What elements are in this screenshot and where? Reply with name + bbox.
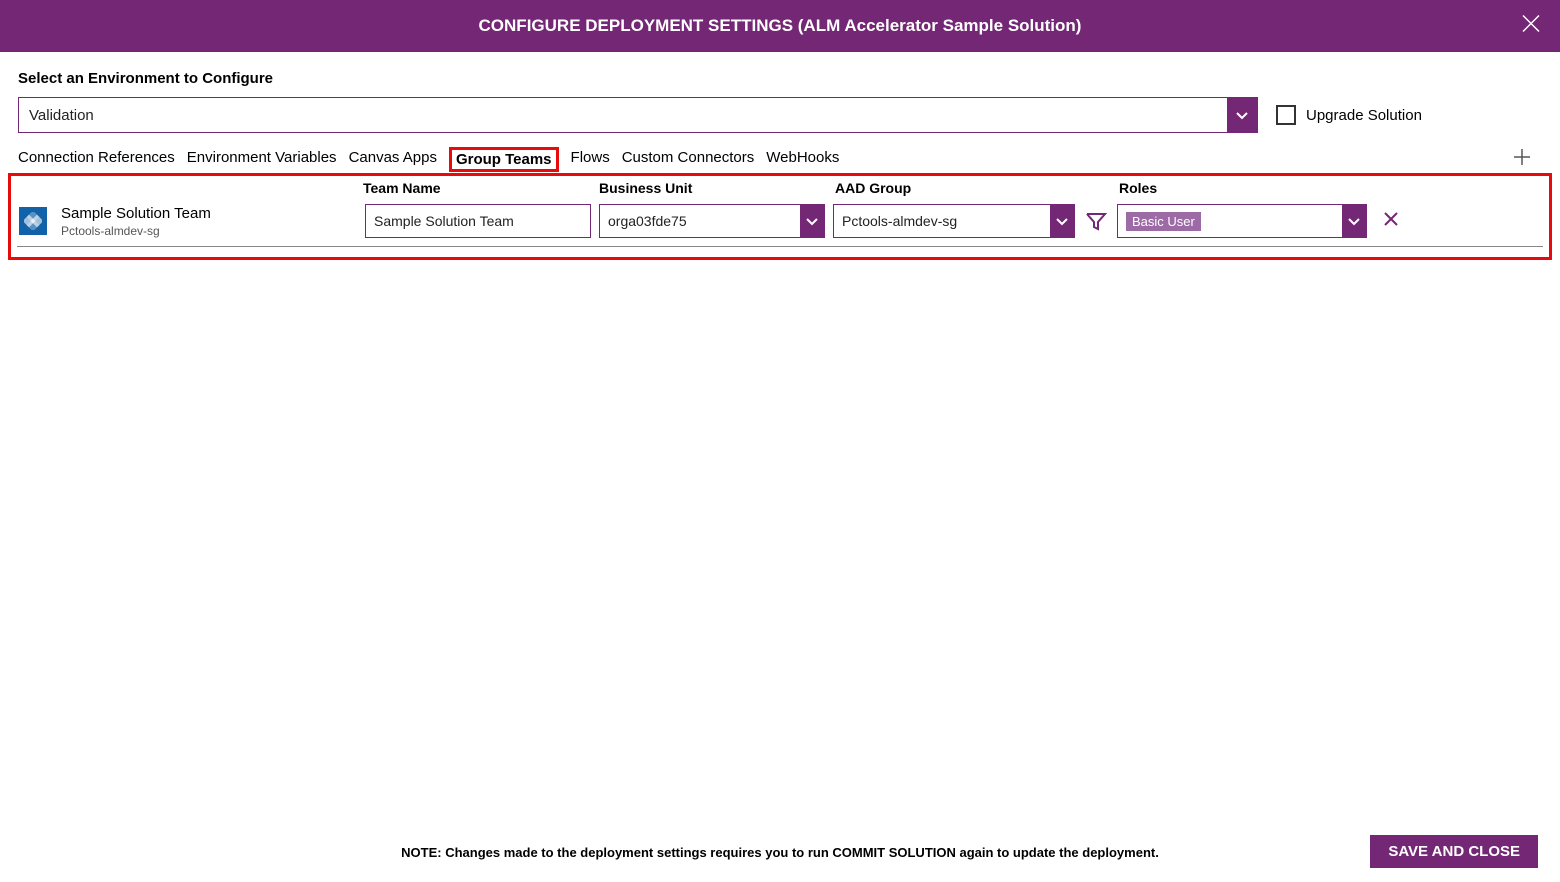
aad-group-select[interactable]: Pctools-almdev-sg [833, 204, 1075, 238]
tab-webhooks[interactable]: WebHooks [766, 147, 839, 172]
environment-select-value: Validation [29, 107, 94, 124]
business-unit-select[interactable]: orga03fde75 [599, 204, 825, 238]
footer: NOTE: Changes made to the deployment set… [0, 845, 1560, 860]
upgrade-solution-checkbox[interactable]: Upgrade Solution [1276, 105, 1422, 125]
close-icon[interactable] [1520, 13, 1542, 40]
team-name-value: Sample Solution Team [374, 213, 514, 229]
chevron-down-icon [800, 205, 824, 237]
business-unit-value: orga03fde75 [608, 213, 687, 229]
chevron-down-icon [1050, 205, 1074, 237]
tab-connection-references[interactable]: Connection References [18, 147, 175, 172]
aad-group-value: Pctools-almdev-sg [842, 213, 957, 229]
tab-environment-variables[interactable]: Environment Variables [187, 147, 337, 172]
row-info: Sample Solution Team Pctools-almdev-sg [61, 205, 357, 238]
add-row-button[interactable] [1512, 147, 1532, 172]
table-row: Sample Solution Team Pctools-almdev-sg S… [17, 200, 1543, 247]
dialog-title: CONFIGURE DEPLOYMENT SETTINGS (ALM Accel… [479, 16, 1082, 36]
footer-note: NOTE: Changes made to the deployment set… [401, 845, 1159, 860]
row-display-sub: Pctools-almdev-sg [61, 224, 357, 238]
row-display-name: Sample Solution Team [61, 205, 357, 222]
chevron-down-icon [1227, 98, 1257, 132]
environment-label: Select an Environment to Configure [18, 70, 1542, 87]
environment-select[interactable]: Validation [18, 97, 1258, 133]
group-teams-panel: Team Name Business Unit AAD Group Roles … [8, 173, 1552, 260]
tab-custom-connectors[interactable]: Custom Connectors [622, 147, 755, 172]
role-tag: Basic User [1126, 212, 1201, 231]
filter-icon[interactable] [1083, 208, 1109, 234]
tab-group-teams[interactable]: Group Teams [449, 147, 559, 172]
delete-row-button[interactable] [1381, 209, 1401, 234]
chevron-down-icon [1342, 205, 1366, 237]
save-and-close-button[interactable]: SAVE AND CLOSE [1370, 835, 1538, 868]
team-name-input[interactable]: Sample Solution Team [365, 204, 591, 238]
column-headers: Team Name Business Unit AAD Group Roles [17, 180, 1543, 200]
tab-flows[interactable]: Flows [571, 147, 610, 172]
roles-select[interactable]: Basic User [1117, 204, 1367, 238]
tab-canvas-apps[interactable]: Canvas Apps [349, 147, 437, 172]
dialog-header: CONFIGURE DEPLOYMENT SETTINGS (ALM Accel… [0, 0, 1560, 52]
tabs: Connection References Environment Variab… [18, 147, 839, 172]
col-business-unit: Business Unit [599, 180, 835, 196]
team-icon [19, 207, 47, 235]
checkbox-icon [1276, 105, 1296, 125]
col-aad-group: AAD Group [835, 180, 1119, 196]
col-roles: Roles [1119, 180, 1319, 196]
upgrade-solution-label: Upgrade Solution [1306, 107, 1422, 124]
col-team-name: Team Name [363, 180, 599, 196]
